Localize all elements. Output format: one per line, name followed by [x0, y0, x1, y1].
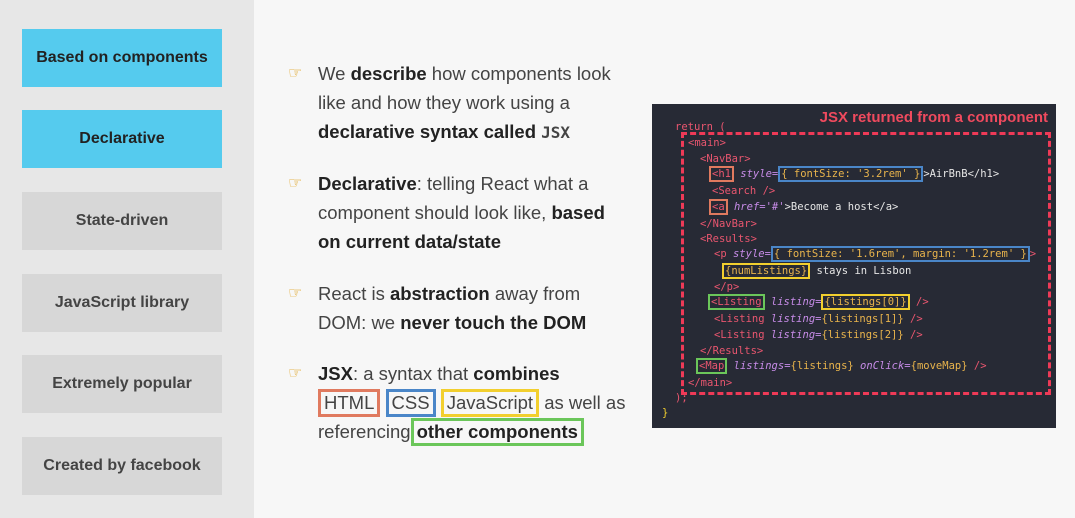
sidebar: Based on components Declarative State-dr… — [0, 0, 254, 518]
code-token: {moveMap} — [910, 360, 968, 372]
text-bold: combines — [473, 363, 560, 384]
text: : a syntax that — [352, 363, 474, 384]
code-token: {listings[1]} — [821, 313, 904, 325]
code-token: <a — [709, 199, 728, 215]
code-token: >AirBnB</h1> — [923, 168, 1000, 180]
sidebar-item-state-driven[interactable]: State-driven — [22, 192, 222, 250]
jsx-mono: JSX — [541, 123, 571, 142]
code-token: >Become a host</a> — [784, 201, 899, 213]
code-token: style= — [726, 248, 771, 260]
code-token: ); — [675, 392, 688, 404]
pointing-hand-icon: ☞ — [288, 175, 303, 192]
code-token: listing= — [764, 296, 822, 308]
bullet-abstraction: ☞ React is abstraction away from DOM: we… — [288, 279, 628, 337]
code-token: { fontSize: '1.6rem', margin: '1.2rem' } — [770, 246, 1030, 262]
code-token: </NavBar> — [700, 218, 757, 230]
code-token: listings= — [727, 360, 791, 372]
text-bold: JSX — [318, 363, 353, 384]
html-tag-box: HTML — [318, 389, 381, 417]
code-token: <p — [714, 248, 727, 260]
code-line: <Search /> — [712, 184, 775, 198]
bullet-declarative: ☞ Declarative: telling React what a comp… — [288, 169, 628, 256]
javascript-tag-box: JavaScript — [440, 389, 540, 417]
code-token: <Results> — [700, 233, 757, 245]
code-token: style= — [733, 168, 779, 180]
code-line: <p style={ fontSize: '1.6rem', margin: '… — [714, 246, 1037, 262]
code-line: } — [662, 406, 668, 420]
code-token: return ( — [675, 121, 726, 133]
code-panel: JSX returned from a component return ( <… — [652, 104, 1056, 428]
text-bold: describe — [350, 63, 427, 84]
code-line: <main> — [688, 136, 726, 150]
code-line: <Listing listing={listings[2]} /> — [714, 328, 923, 342]
code-line: ); — [675, 391, 688, 405]
code-token: {numListings} — [722, 263, 811, 279]
code-token: stays in Lisbon — [810, 265, 912, 277]
pointing-hand-icon: ☞ — [288, 365, 303, 382]
text-bold: declarative syntax called — [318, 121, 542, 142]
code-line: <NavBar> — [700, 152, 751, 166]
code-token: <Listing — [714, 329, 765, 341]
code-token: <h1 — [709, 166, 734, 182]
code-line: <Listing listing= {listings[0]} /> — [708, 294, 929, 310]
pointing-hand-icon: ☞ — [288, 285, 303, 302]
text-bold: abstraction — [389, 283, 490, 304]
sidebar-item-javascript-library[interactable]: JavaScript library — [22, 274, 222, 332]
css-tag-box: CSS — [385, 389, 436, 417]
code-token: <Search /> — [712, 185, 776, 197]
code-token: onClick= — [853, 360, 911, 372]
code-token: </Results> — [700, 345, 764, 357]
code-token: <Listing — [714, 313, 765, 325]
code-line: {numListings} stays in Lisbon — [722, 263, 912, 279]
other-components-box: other components — [410, 418, 584, 446]
code-token: /> — [903, 313, 923, 325]
sidebar-item-based-on-components[interactable]: Based on components — [22, 29, 222, 87]
code-token: listing= — [764, 313, 822, 325]
sidebar-item-declarative[interactable]: Declarative — [22, 110, 222, 168]
pointing-hand-icon: ☞ — [288, 65, 303, 82]
text-bold: never touch the DOM — [400, 312, 587, 333]
code-token: </main> — [688, 377, 733, 389]
code-token: {listings} — [790, 360, 854, 372]
code-panel-title: JSX returned from a component — [819, 109, 1048, 126]
code-line: </main> — [688, 376, 732, 390]
code-line: return ( — [675, 120, 726, 134]
code-line: </Results> — [700, 344, 763, 358]
code-token: /> — [967, 360, 987, 372]
code-token: <main> — [688, 137, 726, 149]
code-line: <Listing listing={listings[1]} /> — [714, 312, 923, 326]
text: React is — [318, 283, 390, 304]
text-bold: Declarative — [318, 173, 417, 194]
sidebar-item-extremely-popular[interactable]: Extremely popular — [22, 355, 222, 413]
code-token: listing= — [764, 329, 822, 341]
code-line: <h1 style={ fontSize: '3.2rem' } >AirBnB<… — [709, 166, 1000, 182]
bullet-describe: ☞ We describe how components look like a… — [288, 59, 628, 147]
text: We — [318, 63, 351, 84]
code-token: {listings[0]} — [821, 294, 910, 310]
code-token: /> — [909, 296, 929, 308]
sidebar-item-created-by-facebook[interactable]: Created by facebook — [22, 437, 222, 495]
code-line: <a href='#'>Become a host</a> — [709, 199, 899, 215]
code-token: href='#' — [727, 201, 785, 213]
code-token: <NavBar> — [700, 153, 751, 165]
code-line: <Map listings={listings} onClick={moveMa… — [696, 358, 987, 374]
code-token: } — [662, 407, 669, 419]
bullet-jsx: ☞ JSX: a syntax that combines HTML CSS Ja… — [288, 359, 628, 446]
code-line: <Results> — [700, 232, 757, 246]
code-token: > — [1029, 248, 1037, 260]
code-token: {listings[2]} — [821, 329, 904, 341]
code-line: </p> — [714, 280, 739, 294]
code-line: </NavBar> — [700, 217, 757, 231]
bullet-text: JSX: a syntax that combines HTML CSS Java… — [318, 359, 628, 446]
bullet-text: React is abstraction away from DOM: we n… — [318, 279, 628, 337]
bullet-text: Declarative: telling React what a compon… — [318, 169, 628, 256]
code-token: <Listing — [708, 294, 765, 310]
code-token: /> — [903, 329, 923, 341]
code-token: { fontSize: '3.2rem' } — [778, 166, 924, 182]
code-token: <Map — [696, 358, 728, 374]
code-token: </p> — [714, 281, 740, 293]
bullet-text: We describe how components look like and… — [318, 59, 628, 147]
